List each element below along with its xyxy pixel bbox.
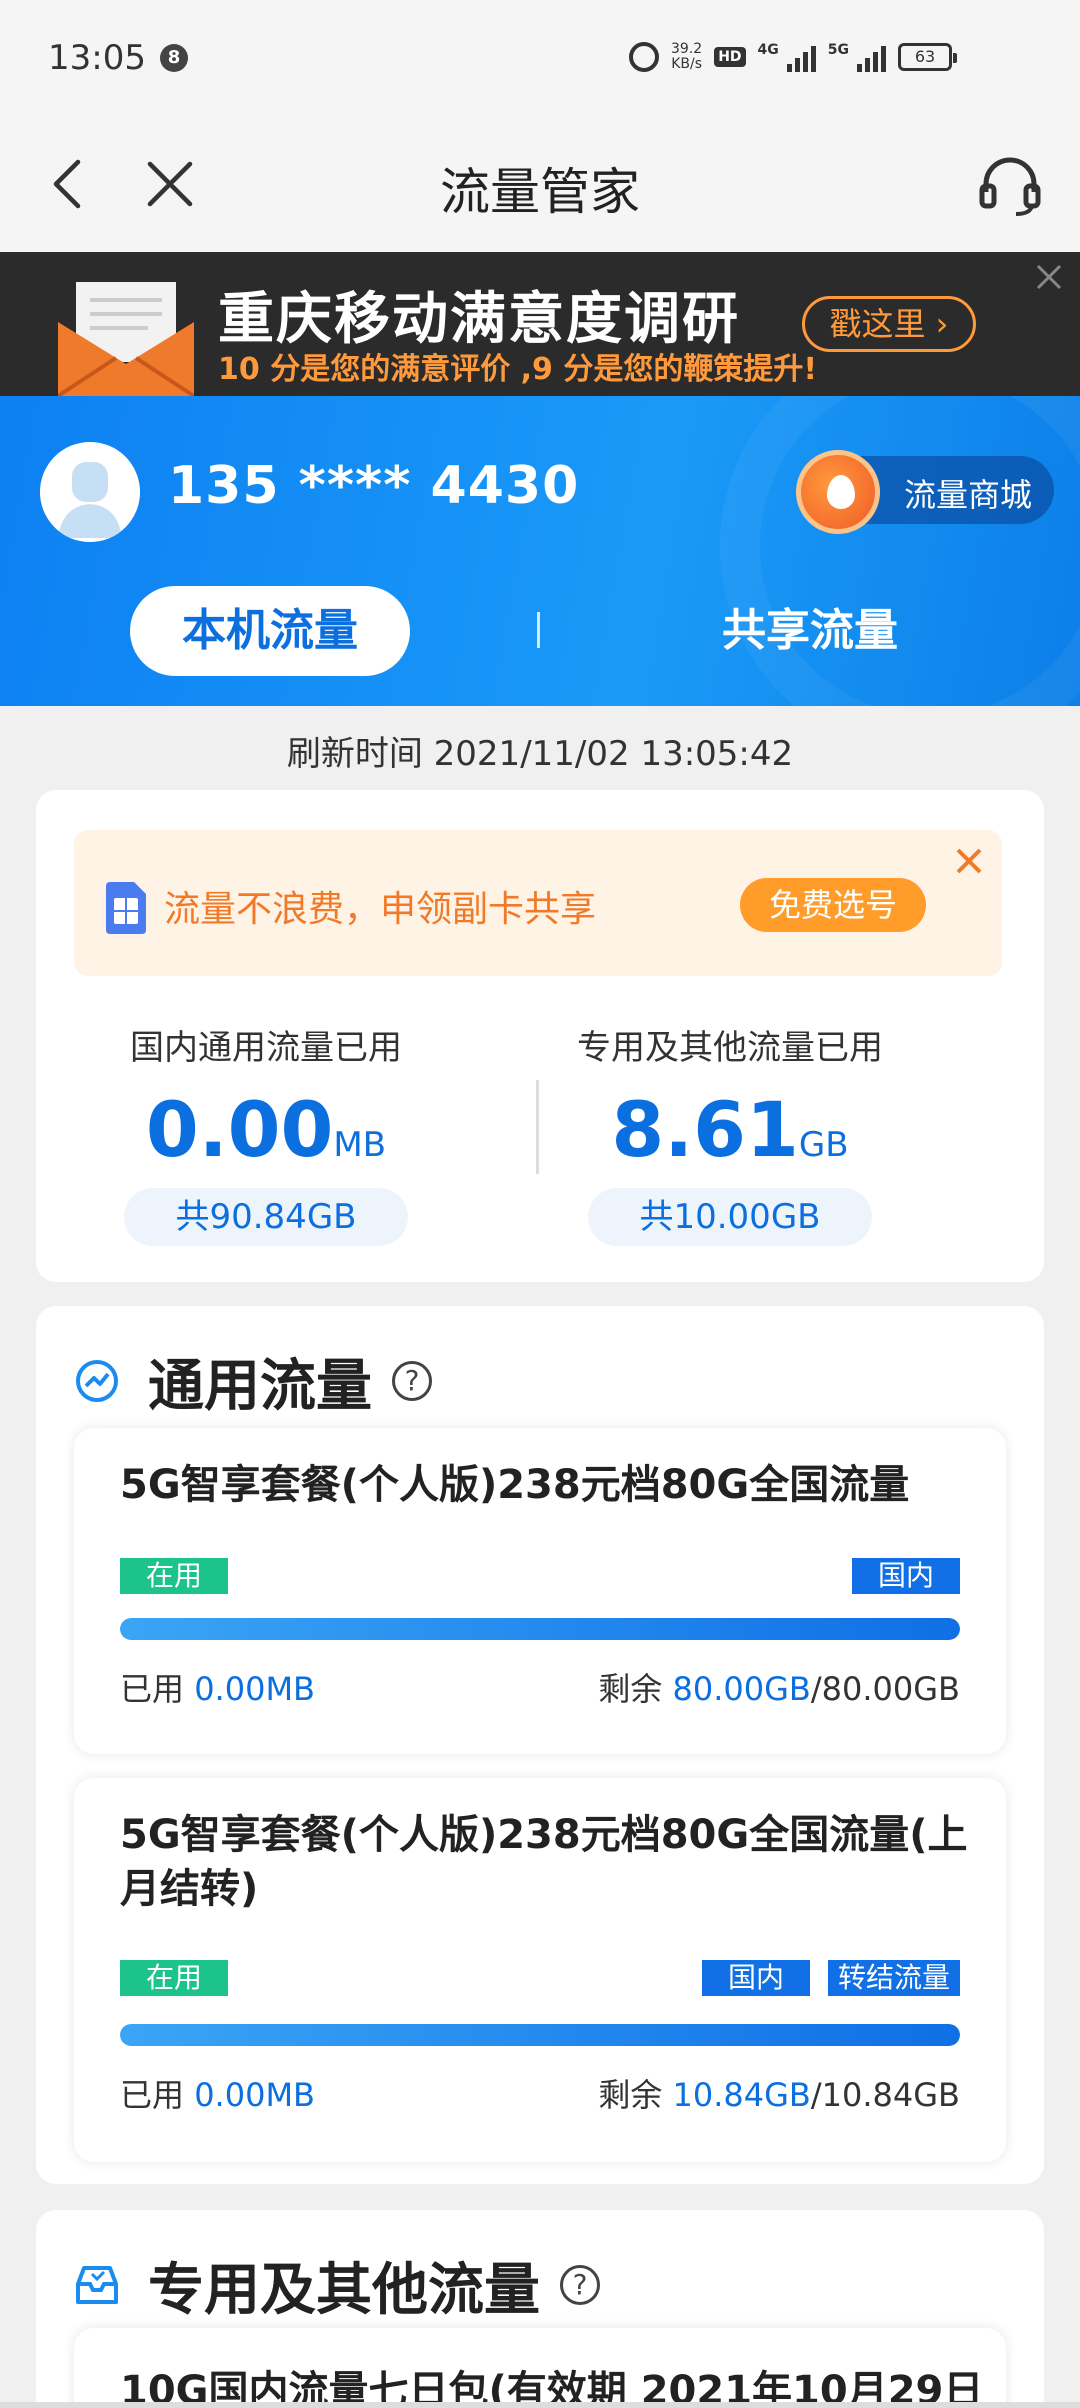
region-badge: 国内 bbox=[702, 1960, 810, 1996]
promo-bar: 流量不浪费，申领副卡共享 免费选号 bbox=[74, 830, 1002, 976]
droplet-icon bbox=[796, 450, 880, 534]
banner-close-icon[interactable] bbox=[1032, 260, 1066, 294]
remaining-value: 80.00GB bbox=[672, 1670, 811, 1708]
package-card[interactable]: 5G智享套餐(个人版)238元档80G全国流量 在用 国内 已用 0.00MB … bbox=[74, 1428, 1006, 1754]
promo-close-icon[interactable] bbox=[954, 846, 984, 876]
tab-shared-data[interactable]: 共享流量 bbox=[680, 586, 940, 676]
phone-number: 135 **** 4430 bbox=[168, 456, 580, 516]
package-name: 5G智享套餐(个人版)238元档80G全国流量 bbox=[120, 1462, 910, 1508]
account-header: 135 **** 4430 流量商城 本机流量 共享流量 bbox=[0, 396, 1080, 706]
general-usage-label: 国内通用流量已用 bbox=[130, 1028, 402, 1068]
data-mall-button[interactable]: 流量商城 bbox=[796, 450, 1054, 534]
envelope-icon bbox=[58, 282, 194, 396]
special-usage-value: 8.61GB bbox=[611, 1085, 849, 1174]
package-name: 5G智享套餐(个人版)238元档80G全国流量(上月结转) bbox=[120, 1812, 968, 1912]
package-card[interactable]: 10G国内流量七日包(有效期 2021年10月29日 bbox=[74, 2328, 1006, 2408]
signal-icon bbox=[786, 42, 816, 72]
status-icons: 39.2 KB/s HD 4G 5G 63 bbox=[629, 41, 957, 72]
remaining-info: 剩余 80.00GB/80.00GB bbox=[598, 1664, 960, 1710]
signal-icon bbox=[857, 42, 886, 72]
tab-divider bbox=[537, 612, 540, 648]
net-speed: 39.2 KB/s bbox=[671, 41, 703, 72]
used-label: 已用 bbox=[120, 1670, 185, 1708]
general-usage-total: 共90.84GB bbox=[124, 1188, 408, 1246]
section-header: 通用流量 ? bbox=[74, 1346, 432, 1419]
section-title: 专用及其他流量 bbox=[148, 2257, 540, 2323]
remaining-info: 剩余 10.84GB/10.84GB bbox=[598, 2070, 960, 2116]
status-badge: 在用 bbox=[120, 1960, 228, 1996]
banner-subtitle: 10 分是您的满意评价 ,9 分是您的鞭策提升! bbox=[218, 352, 818, 387]
survey-banner[interactable]: 重庆移动满意度调研 10 分是您的满意评价 ,9 分是您的鞭策提升! 戳这里 › bbox=[0, 252, 1080, 396]
usage-progress-bar bbox=[120, 1618, 960, 1640]
general-usage-value: 0.00MB bbox=[145, 1085, 387, 1174]
home-indicator bbox=[0, 2402, 1080, 2408]
battery-icon: 63 bbox=[898, 43, 957, 71]
general-data-section: 通用流量 ? 5G智享套餐(个人版)238元档80G全国流量 在用 国内 已用 … bbox=[36, 1306, 1044, 2184]
usage-row: 已用 0.00MB 剩余 10.84GB/10.84GB bbox=[120, 2070, 960, 2116]
sim1-network-label: 4G bbox=[757, 42, 779, 58]
avatar[interactable] bbox=[40, 442, 140, 542]
special-usage-total: 共10.00GB bbox=[588, 1188, 872, 1246]
total-value: /10.84GB bbox=[810, 2076, 960, 2114]
total-value: /80.00GB bbox=[810, 1670, 960, 1708]
carryover-badge: 转结流量 bbox=[828, 1960, 960, 1996]
used-value: 0.00MB bbox=[194, 1670, 315, 1708]
notification-badge: 8 bbox=[160, 44, 188, 72]
free-number-button[interactable]: 免费选号 bbox=[740, 878, 926, 932]
sim-card-icon bbox=[106, 882, 146, 934]
inbox-icon bbox=[76, 2266, 118, 2304]
alarm-icon bbox=[629, 42, 660, 72]
headset-icon[interactable] bbox=[976, 152, 1044, 220]
page-title: 流量管家 bbox=[440, 163, 640, 221]
refresh-time: 刷新时间 2021/11/02 13:05:42 bbox=[286, 734, 794, 774]
used-label: 已用 bbox=[120, 2076, 185, 2114]
section-header: 专用及其他流量 ? bbox=[74, 2250, 600, 2323]
hd-icon: HD bbox=[714, 47, 746, 67]
package-card[interactable]: 5G智享套餐(个人版)238元档80G全国流量(上月结转) 在用 国内 转结流量… bbox=[74, 1778, 1006, 2162]
usage-progress-bar bbox=[120, 2024, 960, 2046]
tab-local-data[interactable]: 本机流量 bbox=[130, 586, 410, 676]
mall-label: 流量商城 bbox=[904, 476, 1033, 514]
banner-title: 重庆移动满意度调研 bbox=[218, 287, 740, 352]
package-name: 10G国内流量七日包(有效期 2021年10月29日 bbox=[120, 2368, 984, 2408]
remaining-value: 10.84GB bbox=[672, 2076, 811, 2114]
region-badge: 国内 bbox=[852, 1558, 960, 1594]
help-icon[interactable]: ? bbox=[560, 2265, 600, 2305]
promo-text: 流量不浪费，申领副卡共享 bbox=[164, 889, 597, 930]
sim2-network-label: 5G bbox=[827, 42, 849, 58]
summary-card: 流量不浪费，申领副卡共享 免费选号 国内通用流量已用 0.00MB 共90.84… bbox=[36, 790, 1044, 1282]
nav-bar: 流量管家 bbox=[0, 124, 1080, 252]
status-time: 13:05 bbox=[48, 38, 146, 78]
remaining-label: 剩余 bbox=[598, 1670, 663, 1708]
used-value: 0.00MB bbox=[194, 2076, 315, 2114]
progress-fill bbox=[120, 2024, 960, 2046]
status-badge: 在用 bbox=[120, 1558, 228, 1594]
help-icon[interactable]: ? bbox=[392, 1361, 432, 1401]
usage-row: 已用 0.00MB 剩余 80.00GB/80.00GB bbox=[120, 1664, 960, 1710]
remaining-label: 剩余 bbox=[598, 2076, 663, 2114]
user-icon bbox=[40, 442, 140, 542]
section-title: 通用流量 bbox=[148, 1353, 372, 1419]
special-usage-stat[interactable]: 专用及其他流量已用 8.61GB 共10.00GB bbox=[500, 1020, 960, 1246]
status-bar: 13:05 8 39.2 KB/s HD 4G 5G 63 bbox=[0, 0, 1080, 124]
banner-cta-button[interactable]: 戳这里 › bbox=[802, 296, 976, 352]
general-usage-stat[interactable]: 国内通用流量已用 0.00MB 共90.84GB bbox=[36, 1020, 496, 1246]
special-data-section: 专用及其他流量 ? 10G国内流量七日包(有效期 2021年10月29日 bbox=[36, 2210, 1044, 2408]
trend-icon bbox=[76, 1360, 118, 1402]
special-usage-label: 专用及其他流量已用 bbox=[577, 1028, 883, 1068]
progress-fill bbox=[120, 1618, 960, 1640]
